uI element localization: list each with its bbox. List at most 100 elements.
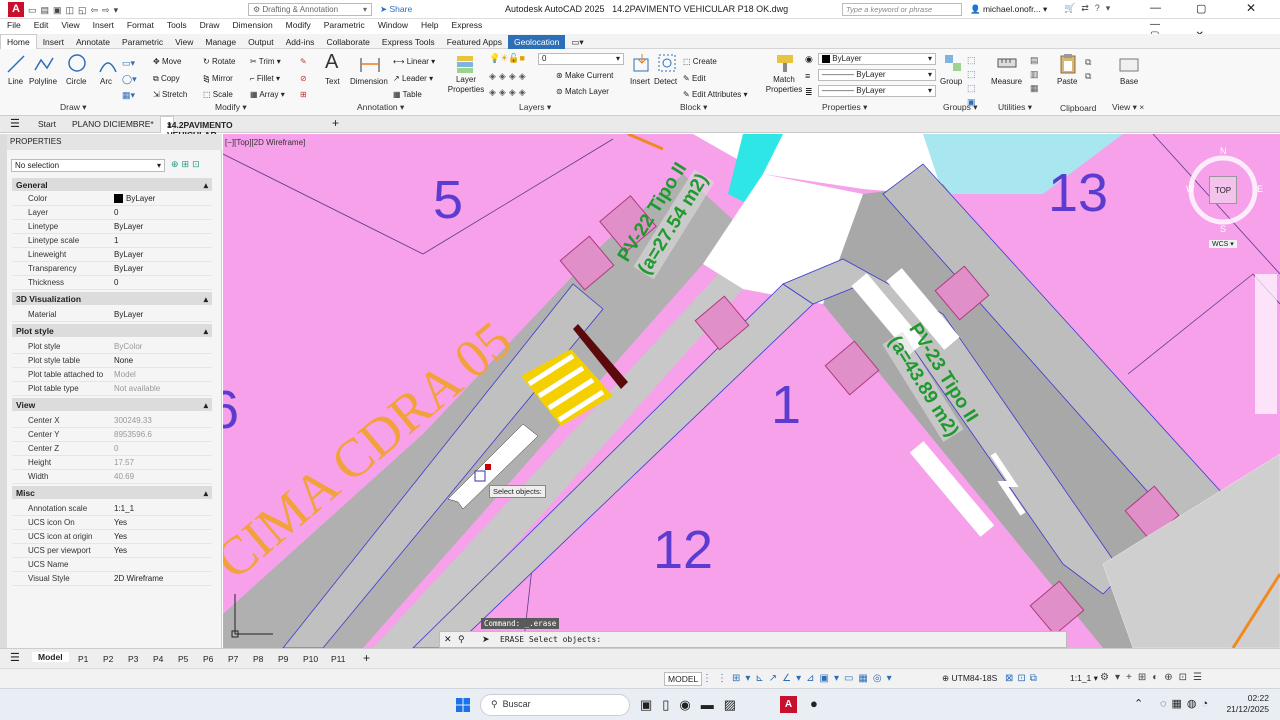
edit-block-button[interactable]: ✎ Edit — [683, 71, 748, 88]
menu-modify[interactable]: Modify — [279, 19, 317, 30]
workspace-dropdown[interactable]: ⚙ Drafting & Annotation ▾ — [248, 3, 372, 16]
property-row-plot[interactable]: Plot table attached to Model — [12, 368, 212, 382]
layer-tool-icons-2[interactable]: ◈◈◈◈ — [489, 87, 529, 98]
tab-express-tools[interactable]: Express Tools — [376, 35, 441, 50]
clipboard-panel-title[interactable]: Clipboard — [1060, 103, 1096, 113]
property-row-general[interactable]: Transparency ByLayer — [12, 262, 212, 276]
mirror-button[interactable]: ⧎ Mirror — [203, 71, 236, 88]
property-row-misc[interactable]: UCS icon at origin Yes — [12, 530, 212, 544]
command-line[interactable]: ✕ ⚲ ➤ ERASE Select objects: — [439, 631, 1067, 648]
layers-panel-title[interactable]: Layers ▾ — [519, 102, 551, 113]
layer-tool-icons[interactable]: ◈◈◈◈ — [489, 71, 529, 82]
section-plot-style[interactable]: Plot style ▴ — [12, 324, 212, 337]
tab-annotate[interactable]: Annotate — [70, 35, 116, 50]
property-row-plot[interactable]: Plot style ByColor — [12, 340, 212, 354]
tab-parametric[interactable]: Parametric — [116, 35, 169, 50]
menu-format[interactable]: Format — [120, 19, 160, 30]
property-row-view[interactable]: Height 17.57 — [12, 456, 212, 470]
layout-tab-p7[interactable]: P7 — [228, 654, 238, 664]
collapse-icon[interactable]: ▴ — [204, 294, 208, 305]
quick-select-icons[interactable]: ⊕⊞⊡ — [171, 159, 203, 170]
layer-dropdown[interactable]: 0 ▾ — [538, 53, 624, 65]
section-view[interactable]: View ▴ — [12, 398, 212, 411]
menu-edit[interactable]: Edit — [27, 19, 55, 30]
model-space-toggle[interactable]: MODEL — [664, 672, 703, 686]
linetype-dropdown[interactable]: ———— ByLayer ▾ — [818, 69, 936, 81]
taskbar-search[interactable]: ⚲ Buscar — [480, 694, 630, 716]
tab-home[interactable]: Home — [0, 34, 37, 49]
property-row-misc[interactable]: UCS per viewport Yes — [12, 544, 212, 558]
line-button[interactable]: Line — [8, 77, 23, 86]
layout-tab-p1[interactable]: P1 — [78, 654, 88, 664]
groups-panel-title[interactable]: Groups ▾ — [943, 102, 978, 113]
tab-addins[interactable]: Add-ins — [280, 35, 321, 50]
detect-button[interactable]: Detect — [654, 77, 677, 86]
tray-icons[interactable]: ◌▦◍◔ — [1160, 697, 1213, 710]
base-button[interactable]: Base — [1120, 77, 1138, 86]
match-layer-button[interactable]: ⊜ Match Layer — [556, 87, 609, 96]
layout-tab-p5[interactable]: P5 — [178, 654, 188, 664]
annotation-panel-title[interactable]: Annotation ▾ — [357, 102, 404, 113]
property-row-general[interactable]: Linetype scale 1 — [12, 234, 212, 248]
drawing-svg[interactable] — [223, 134, 1280, 648]
wcs-menu[interactable]: WCS ▾ — [1209, 240, 1237, 248]
property-row-misc[interactable]: Visual Style 2D Wireframe — [12, 572, 212, 586]
layer-properties-button[interactable]: Layer Properties — [446, 75, 486, 95]
windows-start-icon[interactable] — [456, 698, 470, 712]
property-row-general[interactable]: Layer 0 — [12, 206, 212, 220]
clock[interactable]: 02:22 21/12/2025 — [1224, 693, 1269, 715]
tab-insert[interactable]: Insert — [37, 35, 70, 50]
taskbar-apps[interactable]: ▣▯◉▬▨ — [640, 697, 746, 713]
tray-chevron-icon[interactable]: ⌃ — [1134, 697, 1143, 710]
menu-dimension[interactable]: Dimension — [226, 19, 279, 30]
maximize-button[interactable]: ▢ — [1196, 2, 1206, 15]
properties-panel-title[interactable]: Properties ▾ — [822, 102, 867, 113]
utilities-panel-title[interactable]: Utilities ▾ — [998, 102, 1032, 113]
property-row-viz[interactable]: Material ByLayer — [12, 308, 212, 322]
hamburger-icon[interactable]: ☰ — [10, 117, 20, 130]
tab-manage[interactable]: Manage — [199, 35, 242, 50]
menu-window[interactable]: Window — [371, 19, 414, 30]
property-row-general[interactable]: Color ByLayer — [12, 192, 212, 206]
menu-express[interactable]: Express — [445, 19, 489, 30]
lineweight-dropdown[interactable]: ———— ByLayer ▾ — [818, 85, 936, 97]
annotation-toggles[interactable]: ⊠⊡⧉ — [1005, 673, 1041, 684]
menu-parametric[interactable]: Parametric — [317, 19, 371, 30]
command-prompt[interactable]: ERASE Select objects: — [500, 635, 601, 644]
layout-tab-p10[interactable]: P10 — [303, 654, 318, 664]
navigation-bar[interactable] — [1255, 274, 1277, 414]
layout-tab-p8[interactable]: P8 — [253, 654, 263, 664]
property-row-view[interactable]: Center X 300249.33 — [12, 414, 212, 428]
new-tab-button[interactable]: + — [332, 116, 339, 130]
property-row-misc[interactable]: Annotation scale 1:1_1 — [12, 502, 212, 516]
property-row-general[interactable]: Linetype ByLayer — [12, 220, 212, 234]
ribbon-toggle-icon[interactable]: ▭▾ — [565, 35, 589, 50]
draw-small-icons[interactable]: ▭▾ ◯▾ ▦▾ — [122, 55, 137, 103]
property-row-view[interactable]: Center Y 8953596.6 — [12, 428, 212, 442]
search-input[interactable]: Type a keyword or phrase — [842, 3, 962, 16]
rotate-button[interactable]: ↻ Rotate — [203, 54, 236, 71]
circle-button[interactable]: Circle — [66, 77, 86, 86]
user-account[interactable]: 👤 michael.onofr... ▾ — [970, 4, 1047, 15]
collapse-icon[interactable]: ▴ — [204, 326, 208, 337]
annotation-scale[interactable]: 1:1_1 ▾ — [1070, 673, 1098, 684]
block-panel-title[interactable]: Block ▾ — [680, 102, 707, 113]
layout-tab-p11[interactable]: P11 — [331, 654, 346, 664]
array-button[interactable]: ▦ Array ▾ — [250, 87, 285, 104]
modify-panel-title[interactable]: Modify ▾ — [215, 102, 247, 113]
property-row-plot[interactable]: Plot style table None — [12, 354, 212, 368]
layout-menu-icon[interactable]: ☰ — [10, 651, 20, 664]
command-config-icon[interactable]: ⚲ — [458, 634, 465, 645]
minimize-button[interactable]: — — [1150, 2, 1161, 14]
fillet-button[interactable]: ⌐ Fillet ▾ — [250, 71, 285, 88]
create-block-button[interactable]: ⬚ Create — [683, 54, 748, 71]
tab-geolocation[interactable]: Geolocation — [507, 35, 566, 50]
tab-view[interactable]: View — [169, 35, 199, 50]
property-row-general[interactable]: Lineweight ByLayer — [12, 248, 212, 262]
view-panel-title[interactable]: View ▾ × — [1112, 102, 1144, 113]
modify-extra-icons[interactable]: ✎ ⊘ ⊞ — [300, 54, 307, 104]
property-row-view[interactable]: Width 40.69 — [12, 470, 212, 484]
tab-output[interactable]: Output — [242, 35, 280, 50]
insert-button[interactable]: Insert — [630, 77, 650, 86]
move-button[interactable]: ✥ Move — [153, 54, 187, 71]
